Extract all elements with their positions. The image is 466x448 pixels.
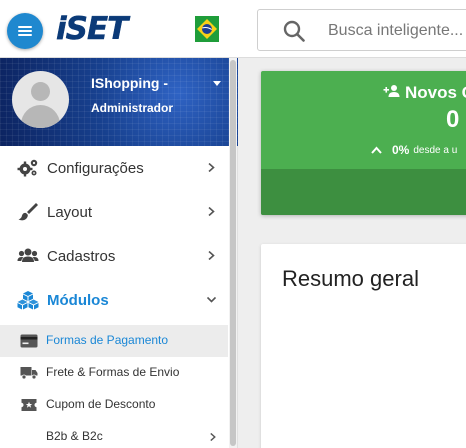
chevron-right-icon [208, 163, 215, 172]
sidebar-item-configuracoes[interactable]: Configurações [0, 146, 228, 190]
card-footer[interactable] [261, 169, 466, 215]
cubes-icon [17, 291, 39, 310]
truck-icon [20, 367, 38, 380]
sidebar-item-layout[interactable]: Layout [0, 190, 228, 234]
sidebar-item-label: Layout [47, 203, 93, 221]
sidebar-item-modulos[interactable]: Módulos [0, 278, 228, 322]
sidebar-item-cadastros[interactable]: Cadastros [0, 234, 228, 278]
credit-card-icon [20, 334, 38, 348]
paintbrush-icon [18, 203, 38, 221]
card-title: Novos C [405, 83, 466, 102]
chevron-right-icon [208, 207, 215, 216]
profile-role: Administrador [91, 101, 174, 115]
submenu-item-formas-de-pagamento[interactable]: Formas de Pagamento [0, 325, 228, 357]
ticket-icon [21, 399, 37, 411]
chevron-up-icon [371, 146, 382, 154]
profile-name: IShopping - [91, 75, 168, 91]
sidebar-item-label: Cadastros [47, 247, 116, 265]
user-profile-panel: IShopping - Administrador [0, 58, 238, 146]
submenu-item-label: Cupom de Desconto [46, 397, 156, 411]
profile-dropdown-caret-icon[interactable] [213, 81, 221, 86]
sidebar-item-label: Configurações [47, 159, 144, 177]
avatar[interactable] [12, 71, 69, 128]
trend-percent: 0% [392, 143, 410, 157]
users-icon [17, 248, 39, 262]
chevron-down-icon [207, 296, 216, 303]
summary-card: Resumo geral [261, 244, 466, 448]
sidebar: IShopping - Administrador Configurações … [0, 58, 238, 448]
submenu-item-label: Frete & Formas de Envio [46, 365, 180, 379]
top-header: iSET [0, 0, 466, 58]
smart-search-box[interactable] [257, 9, 466, 51]
submenu-item-cupom[interactable]: Cupom de Desconto [0, 389, 228, 421]
main-menu-button[interactable] [7, 13, 43, 49]
submenu-item-label: Formas de Pagamento [46, 333, 169, 347]
brand-name: iSET [56, 11, 129, 47]
brand-logo[interactable]: iSET [56, 11, 129, 47]
hamburger-menu-icon [18, 26, 32, 36]
gears-icon [17, 159, 38, 177]
summary-title: Resumo geral [282, 266, 419, 291]
search-icon[interactable] [283, 20, 305, 42]
chevron-right-icon [210, 433, 216, 441]
search-input[interactable] [328, 19, 466, 43]
scrollbar-thumb[interactable] [230, 60, 236, 446]
trend-text: desde a u [413, 144, 458, 156]
new-customers-card: Novos C 0 0% desde a u [261, 71, 466, 215]
submenu-item-b2b-b2c[interactable]: B2b & B2c [0, 421, 228, 448]
card-trend: 0% desde a u [371, 143, 457, 157]
submenu-item-label: B2b & B2c [46, 429, 103, 443]
sidebar-item-label: Módulos [47, 291, 109, 309]
user-plus-icon [383, 85, 400, 97]
brazil-flag-icon [195, 16, 219, 42]
chevron-right-icon [208, 251, 215, 260]
card-value: 0 [446, 106, 460, 133]
sidebar-scrollbar[interactable] [229, 58, 237, 448]
submenu-item-frete[interactable]: Frete & Formas de Envio [0, 357, 228, 389]
